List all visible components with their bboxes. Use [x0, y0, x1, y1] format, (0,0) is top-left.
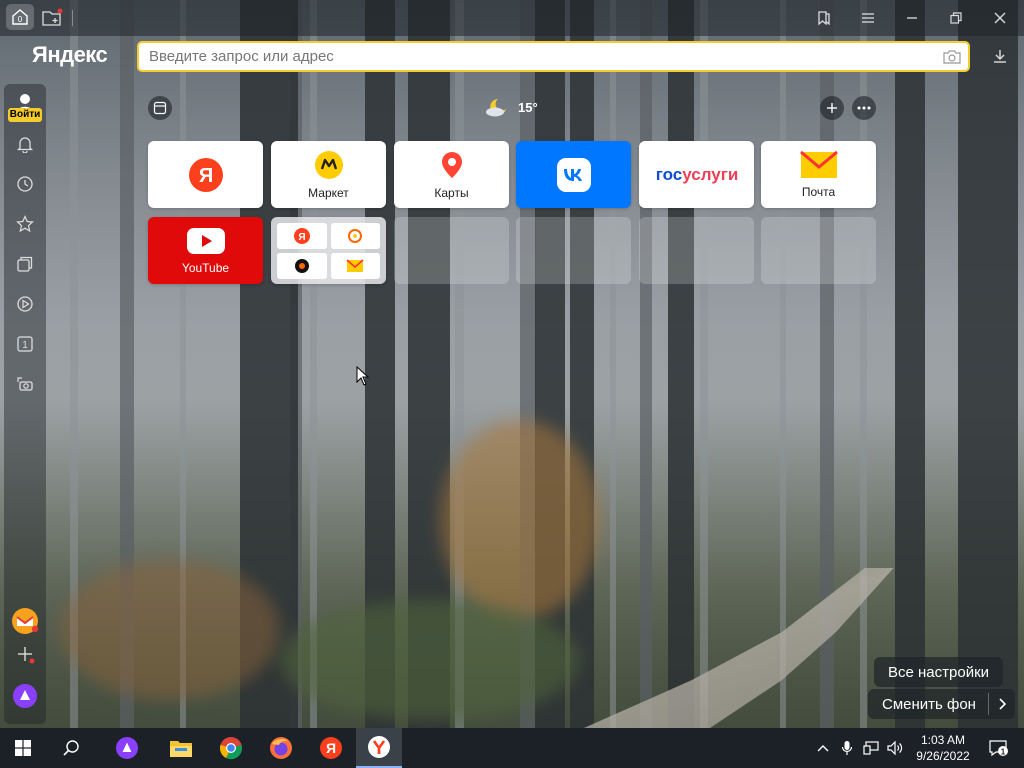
- taskbar: Я 1:03 AM 9/26/2022 1: [0, 728, 1024, 768]
- history-icon[interactable]: [13, 172, 37, 196]
- svg-text:Я: Я: [298, 232, 305, 243]
- gosuslugi-logo: госуслуги: [655, 165, 738, 184]
- tile-empty[interactable]: [639, 217, 754, 284]
- svg-text:Я: Я: [326, 740, 336, 756]
- change-background-label: Сменить фон: [882, 695, 976, 713]
- network-icon[interactable]: [860, 728, 882, 768]
- music-icon: [348, 229, 363, 243]
- firefox-icon[interactable]: [258, 728, 304, 768]
- clock-date: 9/26/2022: [916, 749, 970, 763]
- volume-icon[interactable]: [884, 728, 906, 768]
- chevron-up-icon[interactable]: [812, 728, 834, 768]
- maps-icon: [441, 151, 462, 178]
- yandex-browser-icon[interactable]: [356, 728, 402, 768]
- tabs-counter-icon[interactable]: 1: [13, 332, 37, 356]
- tile-market[interactable]: Маркет: [271, 141, 386, 208]
- alice-taskbar-icon[interactable]: [104, 728, 150, 768]
- kinopoisk-icon: [294, 259, 309, 273]
- folder-item-yandex: Я: [277, 223, 327, 249]
- svg-text:Я: Я: [198, 165, 212, 187]
- svg-text:1: 1: [22, 340, 28, 351]
- collections-icon[interactable]: [13, 252, 37, 276]
- sidebar: Войти 1: [4, 84, 46, 724]
- tile-empty[interactable]: [516, 217, 631, 284]
- change-background-button[interactable]: Сменить фон: [868, 689, 1015, 719]
- add-panel-icon[interactable]: [13, 642, 37, 666]
- all-settings-button[interactable]: Все настройки: [874, 657, 1004, 687]
- svg-text:госуслуги: госуслуги: [655, 165, 738, 184]
- mail-icon: [346, 259, 364, 272]
- home-tab-icon[interactable]: 0: [6, 4, 34, 30]
- play-icon[interactable]: [13, 292, 37, 316]
- windows-start-icon[interactable]: [0, 728, 46, 768]
- system-clock[interactable]: 1:03 AM 9/26/2022: [912, 732, 974, 764]
- more-options-icon[interactable]: [852, 96, 876, 120]
- tile-empty[interactable]: [761, 217, 876, 284]
- search-input[interactable]: [139, 43, 936, 70]
- minimize-icon[interactable]: [898, 4, 926, 32]
- tile-empty[interactable]: [394, 217, 509, 284]
- svg-text:0: 0: [18, 15, 23, 24]
- search-icon[interactable]: [48, 728, 94, 768]
- youtube-icon: [186, 227, 225, 254]
- tile-label: YouTube: [181, 260, 230, 275]
- restore-icon[interactable]: [942, 4, 970, 32]
- yandex-icon: Я: [293, 228, 310, 244]
- tile-mail[interactable]: Почта: [761, 141, 876, 208]
- omnibox[interactable]: [137, 41, 970, 72]
- market-icon: [314, 150, 343, 179]
- close-icon[interactable]: [986, 4, 1014, 32]
- bell-icon[interactable]: [13, 132, 37, 156]
- clock-time: 1:03 AM: [920, 733, 966, 747]
- weather-temperature: 15°: [518, 99, 538, 115]
- chevron-right-icon[interactable]: [997, 698, 1007, 710]
- tile-label: Почта: [801, 184, 836, 199]
- camera-search-icon[interactable]: [936, 43, 968, 70]
- bookmarks-icon[interactable]: [810, 4, 838, 32]
- tile-gosuslugi[interactable]: госуслуги: [639, 141, 754, 208]
- mail-app-icon[interactable]: [10, 606, 40, 636]
- notifications-icon[interactable]: 1: [978, 728, 1018, 768]
- screenshot-icon[interactable]: [13, 372, 37, 396]
- tile-label: Маркет: [308, 185, 349, 200]
- tile-youtube[interactable]: YouTube: [148, 217, 263, 284]
- chrome-icon[interactable]: [208, 728, 254, 768]
- folder-item-mail: [330, 253, 380, 279]
- yandex-app-icon[interactable]: Я: [308, 728, 354, 768]
- weather-widget[interactable]: 15°: [484, 96, 538, 118]
- divider: [987, 693, 989, 715]
- folder-item-music: [330, 223, 380, 249]
- title-separator: [72, 10, 73, 26]
- yandex-logo[interactable]: Яндекс: [32, 42, 108, 68]
- moon-cloud-icon: [486, 99, 506, 117]
- star-icon[interactable]: [13, 212, 37, 236]
- vk-icon: [556, 157, 591, 192]
- menu-icon[interactable]: [854, 4, 882, 32]
- login-button[interactable]: Войти: [8, 108, 42, 122]
- microphone-icon[interactable]: [836, 728, 858, 768]
- tile-maps[interactable]: Карты: [394, 141, 509, 208]
- mouse-cursor-icon: [356, 366, 370, 386]
- file-explorer-icon[interactable]: [158, 728, 204, 768]
- tile-folder[interactable]: Я: [271, 217, 386, 284]
- gallery-icon[interactable]: [148, 96, 172, 120]
- tile-vk[interactable]: [516, 141, 631, 208]
- add-tile-icon[interactable]: [820, 96, 844, 120]
- downloads-icon[interactable]: [986, 42, 1014, 70]
- yandex-icon: Я: [188, 157, 223, 192]
- title-bar: 0: [0, 0, 1024, 36]
- mail-icon: [799, 150, 838, 178]
- folder-item-kinopoisk: [277, 253, 327, 279]
- tile-yandex[interactable]: Я: [148, 141, 263, 208]
- new-tab-icon[interactable]: [38, 4, 66, 32]
- alice-icon[interactable]: [11, 682, 39, 710]
- tile-label: Карты: [434, 185, 469, 200]
- svg-text:1: 1: [1001, 748, 1006, 757]
